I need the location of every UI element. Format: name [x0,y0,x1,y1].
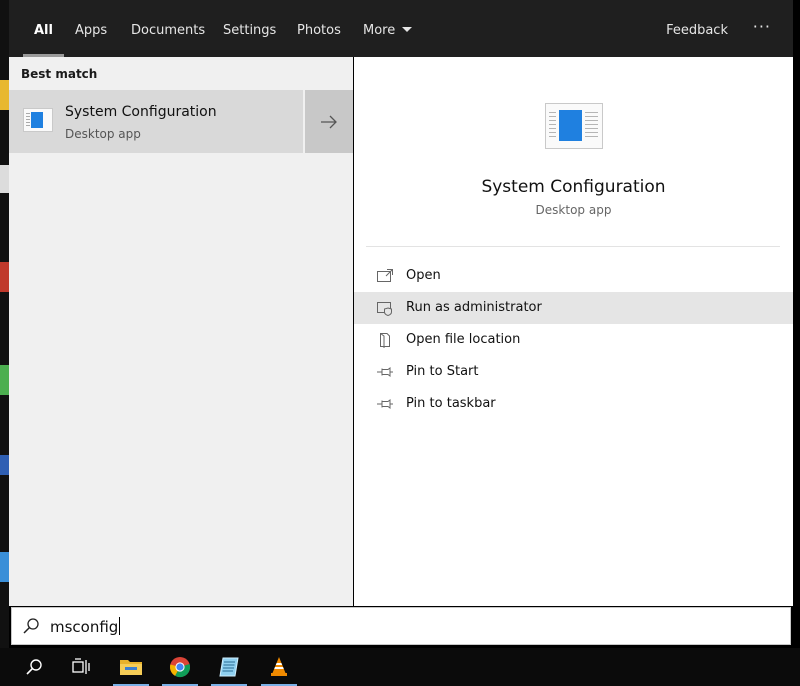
shield-window-icon [377,302,392,316]
file-explorer-icon [120,660,142,675]
action-run-as-administrator[interactable]: Run as administrator [354,292,793,324]
result-subtitle: Desktop app [65,127,141,141]
more-options-button[interactable]: ··· [753,0,771,57]
feedback-button[interactable]: Feedback [666,0,728,57]
action-run-as-administrator-label: Run as administrator [406,300,542,315]
action-open-file-location-label: Open file location [406,332,521,347]
taskbar-notepad[interactable] [205,648,253,686]
search-input[interactable]: msconfig [11,607,791,645]
desktop-background [0,0,9,648]
taskbar-search-button[interactable] [10,648,58,686]
open-window-icon [377,269,393,282]
section-label-best-match: Best match [21,67,98,81]
file-location-icon [380,333,390,348]
action-pin-to-start[interactable]: Pin to Start [354,356,793,388]
action-pin-to-taskbar[interactable]: Pin to taskbar [354,388,793,420]
desktop-icon-fragment [0,165,9,193]
task-view-button[interactable] [57,648,105,686]
search-query-text[interactable]: msconfig [50,617,121,636]
action-open-file-location[interactable]: Open file location [354,324,793,356]
arrow-right-icon [321,115,337,128]
tab-photos[interactable]: Photos [297,0,341,57]
chrome-icon [170,657,191,678]
desktop-icon-fragment [0,262,9,292]
detail-pane: System Configuration Desktop app Open Ru… [354,57,793,606]
action-open-label: Open [406,268,441,283]
desktop-icon-fragment [0,365,9,395]
search-icon [26,659,42,675]
taskbar-vlc[interactable] [255,648,303,686]
detail-subtitle: Desktop app [535,203,612,217]
best-match-item[interactable]: System Configuration Desktop app [9,90,303,153]
tab-more[interactable]: More [363,0,413,57]
divider [366,246,780,247]
vlc-icon [271,657,287,676]
taskbar-file-explorer[interactable] [107,648,155,686]
system-configuration-icon [23,108,53,132]
tab-all[interactable]: All [23,0,64,57]
taskbar [0,648,800,686]
system-configuration-icon [545,103,603,149]
desktop-icon-fragment [0,455,9,475]
notepad-icon [219,657,239,677]
detail-title: System Configuration [481,177,666,197]
pin-icon [377,367,393,377]
search-icon [23,618,39,634]
action-pin-to-taskbar-label: Pin to taskbar [406,396,496,411]
search-panel: All Apps Documents Settings Photos More … [9,0,793,648]
tab-settings[interactable]: Settings [223,0,276,57]
search-query: msconfig [50,618,119,636]
result-title: System Configuration [65,104,217,120]
task-view-icon [72,658,90,674]
action-open[interactable]: Open [354,260,793,292]
tab-more-label: More [363,23,396,38]
expand-details-button[interactable] [305,90,353,153]
results-list: Best match System Configuration Desktop … [9,57,353,606]
desktop-icon-fragment [0,552,9,582]
tab-documents[interactable]: Documents [131,0,205,57]
tab-apps[interactable]: Apps [75,0,107,57]
desktop-icon-fragment [0,80,9,110]
pin-icon [377,399,393,409]
text-cursor [119,617,121,635]
chevron-down-icon [402,27,413,32]
taskbar-chrome[interactable] [156,648,204,686]
action-pin-to-start-label: Pin to Start [406,364,479,379]
search-filter-bar: All Apps Documents Settings Photos More … [9,0,793,57]
